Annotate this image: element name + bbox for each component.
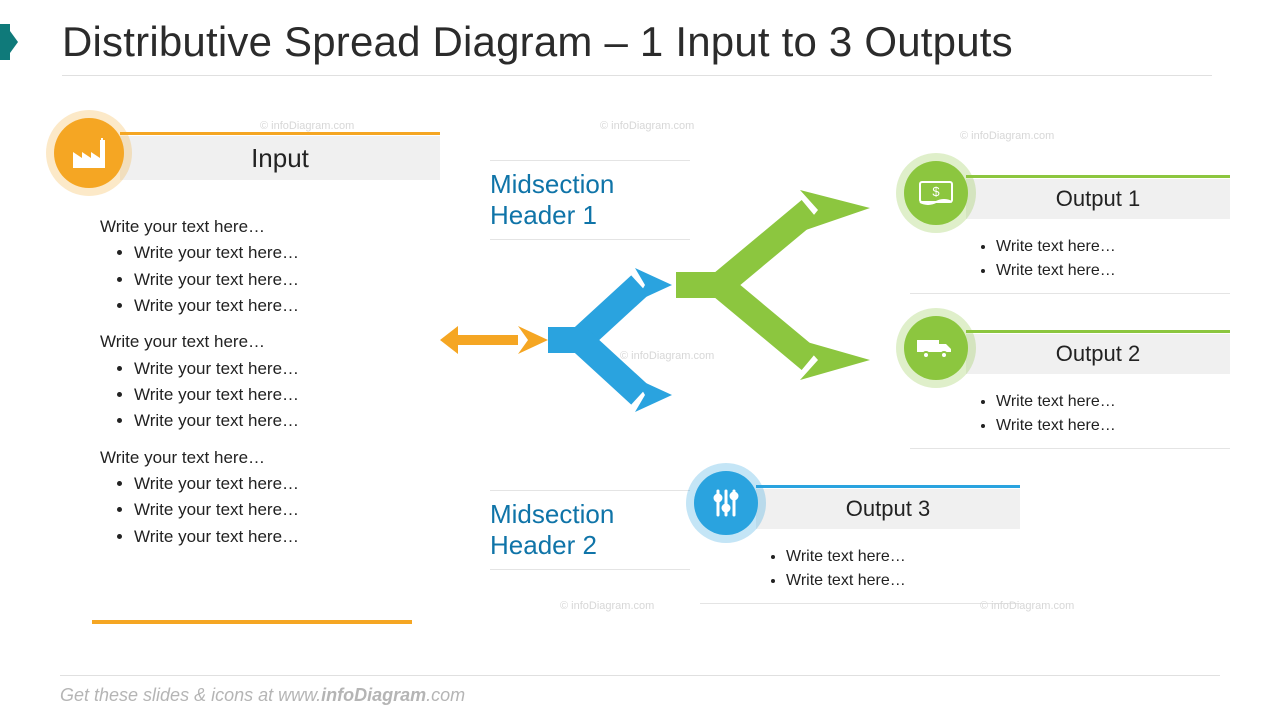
footer-suffix: .com [426, 685, 465, 705]
list-item: Write text here… [996, 235, 1230, 259]
input-accent-bar [120, 132, 440, 135]
list-item: Write text here… [786, 545, 1020, 569]
list-item: Write text here… [996, 259, 1230, 283]
arrow-green-split [676, 210, 810, 360]
flow-arrows [440, 170, 910, 510]
money-icon: $ [904, 161, 968, 225]
watermark: © infoDiagram.com [600, 120, 694, 132]
slide: Distributive Spread Diagram – 1 Input to… [0, 0, 1280, 720]
output-accent-bar [966, 330, 1230, 333]
input-list: Write your text here… Write your text he… [134, 356, 440, 435]
output-label: Output 2 [966, 334, 1230, 374]
sliders-icon [694, 471, 758, 535]
output-list: Write text here… Write text here… [786, 545, 1020, 593]
input-lead: Write your text here… [100, 445, 440, 471]
footer-prefix: Get these slides & icons at www. [60, 685, 321, 705]
output-label: Output 1 [966, 179, 1230, 219]
list-item: Write your text here… [134, 240, 440, 266]
list-item: Write your text here… [134, 408, 440, 434]
list-item: Write text here… [996, 390, 1230, 414]
arrow-input [440, 326, 548, 354]
output-3: Output 3 Write text here… Write text her… [700, 485, 1020, 604]
output-divider [910, 448, 1230, 449]
footer-attribution: Get these slides & icons at www.infoDiag… [60, 685, 465, 706]
truck-icon [904, 316, 968, 380]
list-item: Write text here… [786, 569, 1020, 593]
input-list: Write your text here… Write your text he… [134, 471, 440, 550]
input-header: Input [60, 130, 440, 188]
list-item: Write your text here… [134, 497, 440, 523]
output-divider [700, 603, 1020, 604]
list-item: Write your text here… [134, 356, 440, 382]
output-label: Output 3 [756, 489, 1020, 529]
list-item: Write your text here… [134, 382, 440, 408]
watermark: © infoDiagram.com [560, 600, 654, 612]
output-header: Output 3 [700, 485, 1020, 535]
accent-marker [0, 24, 18, 60]
arrow-blue-split [548, 285, 640, 395]
list-item: Write your text here… [134, 267, 440, 293]
list-item: Write your text here… [134, 293, 440, 319]
input-list: Write your text here… Write your text he… [134, 240, 440, 319]
output-header: Output 1 $ [910, 175, 1230, 225]
title-underline [62, 75, 1212, 76]
output-header: Output 2 [910, 330, 1230, 380]
input-block: Input Write your text here… Write your t… [60, 130, 440, 550]
output-2: Output 2 Write text here… Write text her… [910, 330, 1230, 449]
slide-title: Distributive Spread Diagram – 1 Input to… [62, 18, 1013, 66]
output-divider [910, 293, 1230, 294]
input-lead: Write your text here… [100, 329, 440, 355]
output-1: Output 1 $ Write text here… Write text h… [910, 175, 1230, 294]
watermark: © infoDiagram.com [960, 130, 1054, 142]
output-list: Write text here… Write text here… [996, 390, 1230, 438]
list-item: Write your text here… [134, 471, 440, 497]
output-accent-bar [756, 485, 1020, 488]
input-lead: Write your text here… [100, 214, 440, 240]
list-item: Write text here… [996, 414, 1230, 438]
footer-divider [60, 675, 1220, 676]
input-bottom-rule [92, 620, 412, 624]
input-label: Input [120, 136, 440, 180]
output-list: Write text here… Write text here… [996, 235, 1230, 283]
footer-brand: infoDiagram [321, 685, 426, 705]
svg-text:$: $ [932, 184, 940, 199]
input-body: Write your text here… Write your text he… [100, 214, 440, 550]
list-item: Write your text here… [134, 524, 440, 550]
output-accent-bar [966, 175, 1230, 178]
factory-icon [54, 118, 124, 188]
